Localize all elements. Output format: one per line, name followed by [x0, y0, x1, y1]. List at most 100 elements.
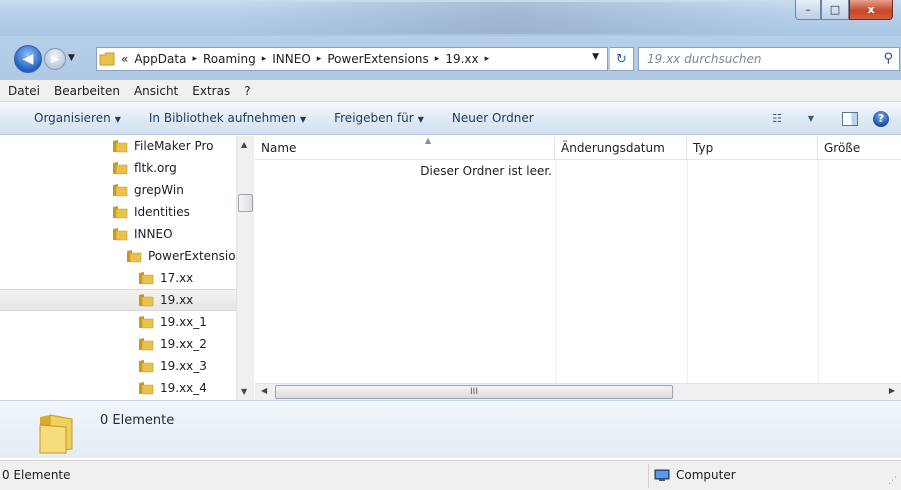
breadcrumb-item[interactable]: Roaming — [203, 52, 256, 66]
menu-item[interactable]: ? — [244, 84, 250, 98]
close-button[interactable]: x — [849, 0, 893, 20]
tree-item[interactable]: grepWin — [112, 179, 184, 201]
scrollbar-thumb[interactable] — [238, 194, 253, 212]
share-button[interactable]: Freigeben für ▼ — [334, 111, 424, 125]
forward-button[interactable]: ▶ — [44, 48, 66, 70]
chevron-down-icon: ▼ — [114, 115, 121, 124]
menu-item[interactable]: Extras — [192, 84, 230, 98]
address-dropdown[interactable]: ▼ — [592, 52, 599, 62]
tree-item[interactable]: fltk.org — [112, 157, 177, 179]
folder-icon — [113, 228, 128, 241]
refresh-button[interactable]: ↻ — [610, 47, 634, 71]
sort-ascending-icon: ▲ — [425, 136, 432, 145]
breadcrumb: « AppData ▸ Roaming ▸ INNEO ▸ PowerExtensions ▸… — [121, 52, 495, 66]
folder-icon — [139, 360, 154, 373]
status-divider — [648, 464, 649, 488]
help-button[interactable]: ? — [873, 110, 889, 127]
folder-icon — [113, 184, 128, 197]
breadcrumb-item[interactable]: INNEO — [272, 52, 311, 66]
breadcrumb-item[interactable]: 19.xx — [445, 52, 478, 66]
help-icon: ? — [877, 112, 885, 125]
tree-item[interactable]: 19.xx_4 — [138, 377, 207, 399]
scroll-up-arrow-icon[interactable]: ▲ — [241, 140, 247, 149]
file-list[interactable]: Name ▲ Änderungsdatum Typ Größe Dieser O… — [255, 136, 901, 383]
empty-folder-message: Dieser Ordner ist leer. — [420, 164, 552, 178]
chevron-down-icon: ▼ — [299, 115, 307, 124]
column-header-row: Name ▲ Änderungsdatum Typ Größe — [255, 136, 901, 160]
chevron-down-icon: ▼ — [417, 115, 424, 124]
folder-icon — [127, 250, 142, 263]
tree-item[interactable]: Identities — [112, 201, 190, 223]
breadcrumb-separator-icon[interactable]: ▸ — [192, 54, 197, 64]
breadcrumb-separator-icon[interactable]: ▸ — [435, 54, 440, 64]
file-list-horizontal-scrollbar[interactable]: ◀ III ▶ — [255, 383, 901, 400]
tree-item[interactable]: FileMaker Pro — [112, 136, 213, 157]
maximize-button[interactable]: □ — [821, 0, 849, 20]
tree-item-label: PowerExtensior — [148, 249, 241, 263]
folder-icon — [139, 316, 154, 329]
breadcrumb-separator-icon[interactable]: ▸ — [485, 54, 490, 64]
tree-item-label: 17.xx — [160, 271, 194, 285]
column-header-date[interactable]: Änderungsdatum — [555, 136, 687, 160]
new-folder-button[interactable]: Neuer Ordner — [452, 111, 534, 125]
organize-label: Organisieren — [34, 111, 111, 125]
minimize-button[interactable]: – — [795, 0, 821, 20]
address-bar[interactable]: « AppData ▸ Roaming ▸ INNEO ▸ PowerExtensions ▸… — [96, 47, 608, 71]
folder-icon — [139, 294, 154, 307]
back-button[interactable]: ◀ — [14, 45, 42, 73]
status-bar: 0 Elemente Computer ⋰ — [0, 460, 901, 490]
column-header-type[interactable]: Typ — [687, 136, 818, 160]
tree-item[interactable]: 17.xx — [138, 267, 193, 289]
column-header-size[interactable]: Größe — [818, 136, 901, 160]
column-divider — [555, 160, 556, 383]
view-dropdown[interactable]: ▼ — [803, 111, 819, 127]
navigation-pane: FileMaker Pro fltk.org grepWin Identities IN… — [0, 136, 254, 400]
search-placeholder: 19.xx durchsuchen — [647, 52, 762, 66]
search-input[interactable]: 19.xx durchsuchen ⚲ — [638, 47, 900, 71]
column-name-label: Name — [261, 141, 297, 155]
scroll-right-arrow-icon[interactable]: ▶ — [889, 386, 895, 395]
tree-item[interactable]: PowerExtensior — [126, 245, 241, 267]
command-bar-right: ☷ ▼ ? — [760, 102, 901, 135]
add-to-library-button[interactable]: In Bibliothek aufnehmen ▼ — [149, 111, 306, 125]
organize-button[interactable]: Organisieren ▼ — [34, 111, 121, 125]
tree-item-label: Identities — [134, 205, 190, 219]
tree-item[interactable]: 19.xx_3 — [138, 355, 207, 377]
breadcrumb-item[interactable]: PowerExtensions — [327, 52, 428, 66]
title-bar: – □ x — [0, 0, 901, 36]
recent-pages-dropdown[interactable]: ▼ — [68, 53, 75, 63]
scroll-left-arrow-icon[interactable]: ◀ — [261, 386, 267, 395]
view-options-button[interactable]: ☷ — [769, 111, 785, 127]
library-label: In Bibliothek aufnehmen — [148, 111, 296, 125]
column-divider — [687, 160, 688, 383]
resize-grip-icon[interactable]: ⋰ — [888, 476, 897, 486]
breadcrumb-overflow[interactable]: « — [121, 52, 128, 66]
tree-item[interactable]: 19.xx_2 — [138, 333, 207, 355]
tree-item[interactable]: 19.xx_1 — [138, 311, 207, 333]
breadcrumb-separator-icon[interactable]: ▸ — [262, 54, 267, 64]
tree-item[interactable]: INNEO — [112, 223, 173, 245]
navigation-pane-scrollbar[interactable]: ▲ ▼ — [236, 136, 254, 400]
folder-icon — [139, 272, 154, 285]
scrollbar-thumb[interactable]: III — [275, 385, 673, 399]
breadcrumb-item[interactable]: AppData — [134, 52, 186, 66]
menu-item[interactable]: Datei — [8, 84, 40, 98]
preview-pane-button[interactable] — [842, 111, 858, 127]
tree-item-label: grepWin — [134, 183, 184, 197]
tree-item-label: FileMaker Pro — [134, 139, 214, 153]
breadcrumb-separator-icon[interactable]: ▸ — [317, 54, 322, 64]
details-pane: 0 Elemente — [0, 400, 901, 458]
tree-item-label: 19.xx_4 — [160, 381, 207, 395]
folder-icon — [139, 382, 154, 395]
window-controls: – □ x — [795, 0, 893, 22]
folder-icon — [113, 162, 128, 175]
menu-item[interactable]: Bearbeiten — [54, 84, 120, 98]
share-label: Freigeben für — [334, 111, 414, 125]
tree-item[interactable]: 19.xx — [0, 289, 236, 311]
search-icon[interactable]: ⚲ — [883, 51, 893, 66]
menu-item[interactable]: Ansicht — [134, 84, 178, 98]
column-header-name[interactable]: Name ▲ — [255, 136, 555, 160]
scroll-down-arrow-icon[interactable]: ▼ — [241, 387, 247, 396]
status-location-label: Computer — [676, 468, 736, 482]
tree-item-label: 19.xx — [160, 293, 194, 307]
